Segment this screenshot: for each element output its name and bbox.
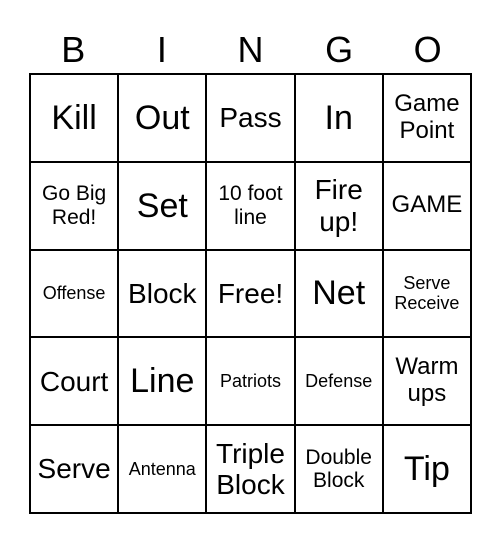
header-letter-g: G xyxy=(325,29,354,70)
bingo-cell[interactable]: Antenna xyxy=(118,425,207,513)
bingo-cell[interactable]: Block xyxy=(118,249,207,338)
bingo-cell[interactable]: Patriots xyxy=(206,337,295,426)
header-letter-b: B xyxy=(61,29,86,70)
bingo-header: B I N G O xyxy=(29,28,472,72)
bingo-cell[interactable]: Game Point xyxy=(382,74,471,162)
bingo-cell[interactable]: Line xyxy=(118,337,207,426)
header-letter-i: I xyxy=(156,29,167,70)
bingo-cell[interactable]: Defense xyxy=(294,337,383,426)
bingo-cell[interactable]: Double Block xyxy=(294,425,383,513)
bingo-cell[interactable]: Tip xyxy=(382,425,471,513)
bingo-cell[interactable]: Court xyxy=(30,337,119,426)
bingo-cell[interactable]: Out xyxy=(118,74,207,162)
bingo-cell[interactable]: Kill xyxy=(30,74,119,162)
bingo-cell[interactable]: Fire up! xyxy=(294,161,383,250)
bingo-cell[interactable]: Serve xyxy=(30,425,119,513)
bingo-cell[interactable]: Go Big Red! xyxy=(30,161,119,250)
bingo-cell[interactable]: Set xyxy=(118,161,207,250)
bingo-cell[interactable]: Serve Receive xyxy=(382,249,471,338)
bingo-grid: Kill Out Pass In Game Point Go Big Red! … xyxy=(29,73,472,514)
bingo-cell[interactable]: Warm ups xyxy=(382,337,471,426)
bingo-cell[interactable]: 10 foot line xyxy=(206,161,295,250)
bingo-cell[interactable]: Net xyxy=(294,249,383,338)
bingo-cell[interactable]: Free! xyxy=(206,249,295,338)
bingo-cell[interactable]: Offense xyxy=(30,249,119,338)
bingo-cell[interactable]: GAME xyxy=(382,161,471,250)
header-letter-o: O xyxy=(413,29,442,70)
bingo-cell[interactable]: Pass xyxy=(206,74,295,162)
header-letter-n: N xyxy=(237,29,264,70)
bingo-cell[interactable]: Triple Block xyxy=(206,425,295,513)
bingo-cell[interactable]: In xyxy=(294,74,383,162)
